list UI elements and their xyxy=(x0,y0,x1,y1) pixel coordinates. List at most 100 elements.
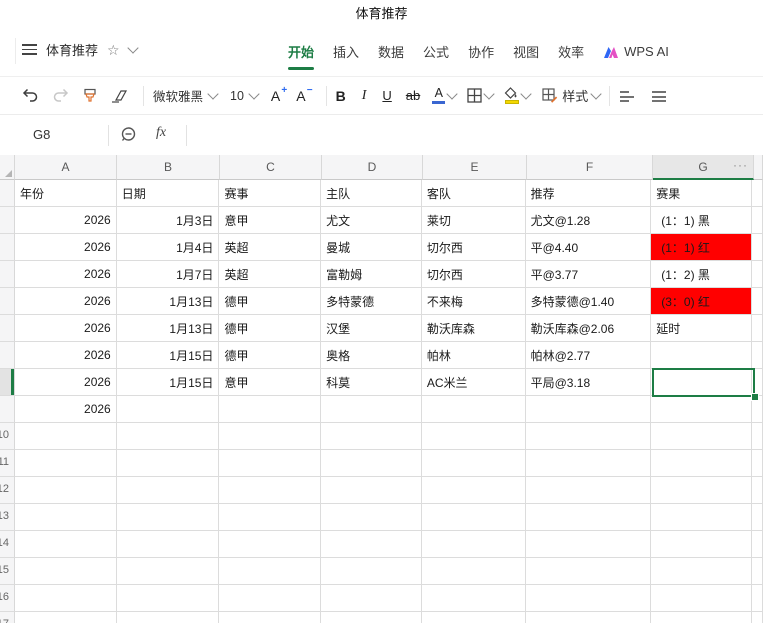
tab-data[interactable]: 数据 xyxy=(378,42,404,61)
favorite-star-icon[interactable]: ☆ xyxy=(107,43,120,57)
cell-partial-16[interactable] xyxy=(752,585,763,612)
cell-D7[interactable]: 奥格 xyxy=(321,342,422,369)
cell-G2[interactable]: (1：1) 黑 xyxy=(651,207,752,234)
font-name-select[interactable]: 微软雅黑 xyxy=(153,86,219,105)
font-color-dropdown-icon[interactable] xyxy=(446,88,458,100)
cell-A6[interactable]: 2026 xyxy=(15,315,117,342)
cell-C6[interactable]: 德甲 xyxy=(219,315,322,342)
cell-E13[interactable] xyxy=(421,504,526,531)
cell-B11[interactable] xyxy=(116,450,220,477)
cell-E15[interactable] xyxy=(421,558,526,585)
italic-button[interactable]: I xyxy=(362,88,367,104)
cell-D16[interactable] xyxy=(321,585,422,612)
redo-button[interactable] xyxy=(52,88,69,103)
row-header-7[interactable] xyxy=(0,342,15,369)
cell-F13[interactable] xyxy=(525,504,652,531)
cell-B13[interactable] xyxy=(116,504,220,531)
cell-G17[interactable] xyxy=(651,612,752,623)
cell-A15[interactable] xyxy=(15,558,117,585)
cell-B10[interactable] xyxy=(116,423,220,450)
cell-partial-4[interactable] xyxy=(751,261,763,288)
undo-button[interactable] xyxy=(22,88,39,103)
cell-B4[interactable]: 1月7日 xyxy=(116,261,220,288)
cell-B1[interactable]: 日期 xyxy=(116,180,220,207)
row-header-5[interactable] xyxy=(0,288,15,315)
cell-partial-2[interactable] xyxy=(751,207,763,234)
cell-E12[interactable] xyxy=(421,477,526,504)
borders-dropdown-icon[interactable] xyxy=(483,88,495,100)
cell-D4[interactable]: 富勒姆 xyxy=(321,261,422,288)
row-header-1[interactable] xyxy=(0,180,15,207)
tab-efficiency[interactable]: 效率 xyxy=(558,42,584,61)
cell-B6[interactable]: 1月13日 xyxy=(116,315,220,342)
cell-B5[interactable]: 1月13日 xyxy=(116,288,220,315)
cell-partial-12[interactable] xyxy=(752,477,763,504)
cell-F7[interactable]: 帕林@2.77 xyxy=(525,342,652,369)
hamburger-menu-icon[interactable] xyxy=(22,44,37,55)
select-all-corner[interactable] xyxy=(0,155,15,180)
cell-partial-7[interactable] xyxy=(752,342,763,369)
cell-F9[interactable] xyxy=(525,396,652,423)
cell-A14[interactable] xyxy=(15,531,117,558)
cell-C8[interactable]: 意甲 xyxy=(219,369,322,396)
column-header-D[interactable]: D xyxy=(322,155,423,180)
cell-E14[interactable] xyxy=(421,531,526,558)
row-header-14[interactable]: 14 xyxy=(0,531,15,558)
cell-E1[interactable]: 客队 xyxy=(421,180,526,207)
chevron-down-icon[interactable] xyxy=(126,42,139,54)
cell-G6[interactable]: 延时 xyxy=(651,315,752,342)
row-header-2[interactable] xyxy=(0,207,15,234)
insert-function-icon[interactable]: fx xyxy=(156,125,166,141)
format-painter-icon[interactable] xyxy=(82,88,98,104)
cell-A8[interactable]: 2026 xyxy=(15,369,117,396)
column-header-A[interactable]: A xyxy=(15,155,117,180)
cell-C7[interactable]: 德甲 xyxy=(219,342,322,369)
cell-F10[interactable] xyxy=(525,423,652,450)
cell-C13[interactable] xyxy=(219,504,322,531)
row-header-16[interactable]: 16 xyxy=(0,585,15,612)
cell-E7[interactable]: 帕林 xyxy=(421,342,526,369)
cell-G7[interactable] xyxy=(651,342,752,369)
cell-F12[interactable] xyxy=(525,477,652,504)
cell-C10[interactable] xyxy=(219,423,322,450)
fill-color-dropdown-icon[interactable] xyxy=(520,88,532,100)
cell-E16[interactable] xyxy=(421,585,526,612)
cell-A2[interactable]: 2026 xyxy=(15,207,117,234)
row-header-11[interactable]: 11 xyxy=(0,450,15,477)
cell-F5[interactable]: 多特蒙德@1.40 xyxy=(525,288,652,315)
cell-partial-15[interactable] xyxy=(752,558,763,585)
cell-B15[interactable] xyxy=(116,558,220,585)
row-header-12[interactable]: 12 xyxy=(0,477,15,504)
cell-D14[interactable] xyxy=(321,531,422,558)
decrease-font-size-button[interactable]: A − xyxy=(296,85,312,104)
font-color-button[interactable]: A xyxy=(432,87,446,104)
cell-G13[interactable] xyxy=(651,504,752,531)
cell-partial-3[interactable] xyxy=(751,234,763,261)
fill-color-button[interactable] xyxy=(504,87,519,104)
column-header-partial[interactable] xyxy=(754,155,763,180)
cell-C3[interactable]: 英超 xyxy=(219,234,322,261)
cell-B2[interactable]: 1月3日 xyxy=(116,207,220,234)
cell-G12[interactable] xyxy=(651,477,752,504)
cell-partial-6[interactable] xyxy=(752,315,763,342)
eraser-icon[interactable] xyxy=(110,89,128,103)
row-header-3[interactable] xyxy=(0,234,15,261)
cell-D15[interactable] xyxy=(321,558,422,585)
cell-E3[interactable]: 切尔西 xyxy=(421,234,526,261)
cell-G14[interactable] xyxy=(651,531,752,558)
cell-F3[interactable]: 平@4.40 xyxy=(525,234,652,261)
column-header-E[interactable]: E xyxy=(423,155,527,180)
cell-B8[interactable]: 1月15日 xyxy=(116,369,220,396)
cell-partial-8[interactable] xyxy=(752,369,763,396)
row-header-4[interactable] xyxy=(0,261,15,288)
cell-E11[interactable] xyxy=(421,450,526,477)
column-header-G[interactable]: G ··· xyxy=(653,155,754,180)
cell-G9[interactable] xyxy=(651,396,752,423)
column-header-C[interactable]: C xyxy=(220,155,322,180)
cell-B3[interactable]: 1月4日 xyxy=(116,234,220,261)
row-header-17[interactable]: 17 xyxy=(0,612,15,623)
cell-A13[interactable] xyxy=(15,504,117,531)
cell-D2[interactable]: 尤文 xyxy=(321,207,422,234)
cell-D5[interactable]: 多特蒙德 xyxy=(321,288,422,315)
cell-A5[interactable]: 2026 xyxy=(15,288,117,315)
